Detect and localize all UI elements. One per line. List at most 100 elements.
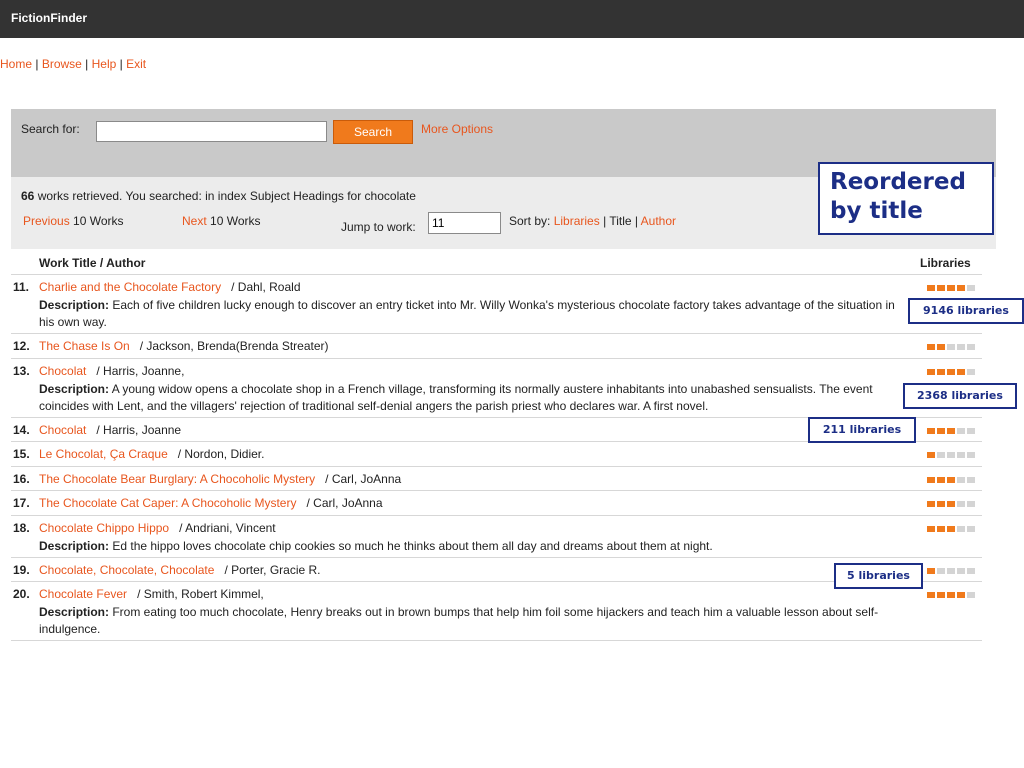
- work-description: Description: Each of five children lucky…: [39, 297, 909, 331]
- holdings-bar-filled: [957, 592, 965, 598]
- work-title-link[interactable]: The Chocolate Cat Caper: A Chocoholic My…: [39, 496, 296, 510]
- description-text: Each of five children lucky enough to di…: [39, 298, 895, 329]
- next-nav: Next 10 Works: [182, 214, 260, 228]
- jump-label: Jump to work:: [341, 220, 416, 234]
- library-holdings-bars: [927, 477, 975, 483]
- holdings-bar-filled: [957, 285, 965, 291]
- library-holdings-bars: [927, 526, 975, 532]
- work-title-link[interactable]: The Chase Is On: [39, 339, 130, 353]
- work-title-link[interactable]: Chocolate Fever: [39, 587, 127, 601]
- nav-home-link[interactable]: Home: [0, 57, 32, 71]
- result-count: 66: [21, 189, 35, 203]
- description-text: Ed the hippo loves chocolate chip cookie…: [109, 539, 713, 553]
- callout-9146-libraries: 9146 libraries: [908, 298, 1024, 324]
- table-row: 17. The Chocolate Cat Caper: A Chocoholi…: [11, 490, 982, 515]
- work-title-link[interactable]: Charlie and the Chocolate Factory: [39, 280, 221, 294]
- work-author: / Andriani, Vincent: [179, 521, 276, 535]
- table-row: 12. The Chase Is On / Jackson, Brenda(Br…: [11, 333, 982, 359]
- holdings-bar-filled: [937, 526, 945, 532]
- nav-help-link[interactable]: Help: [92, 57, 117, 71]
- library-holdings-bars: [927, 568, 975, 574]
- holdings-bar-filled: [937, 285, 945, 291]
- holdings-bar-filled: [947, 592, 955, 598]
- work-author: / Harris, Joanne,: [96, 364, 185, 378]
- previous-link[interactable]: Previous: [23, 214, 70, 228]
- holdings-bar-filled: [927, 369, 935, 375]
- work-title-link[interactable]: Chocolat: [39, 364, 86, 378]
- description-label: Description:: [39, 382, 110, 396]
- holdings-bar-empty: [947, 344, 955, 350]
- table-row: 15. Le Chocolat, Ça Craque / Nordon, Did…: [11, 441, 982, 466]
- description-label: Description:: [39, 298, 110, 312]
- holdings-bar-empty: [957, 568, 965, 574]
- holdings-bar-filled: [947, 526, 955, 532]
- work-title-link[interactable]: Chocolate Chippo Hippo: [39, 521, 169, 535]
- description-label: Description:: [39, 605, 110, 619]
- holdings-bar-filled: [927, 344, 935, 350]
- row-number: 19.: [13, 563, 30, 577]
- work-author: / Jackson, Brenda(Brenda Streater): [139, 339, 329, 353]
- work-author: / Harris, Joanne: [96, 423, 182, 437]
- sort-author-link[interactable]: Author: [641, 214, 676, 228]
- app-title: FictionFinder: [11, 11, 87, 25]
- holdings-bar-empty: [967, 285, 975, 291]
- holdings-bar-filled: [927, 501, 935, 507]
- holdings-bar-filled: [947, 285, 955, 291]
- description-label: Description:: [39, 539, 110, 553]
- sort-libraries-link[interactable]: Libraries: [554, 214, 600, 228]
- work-title-link[interactable]: Le Chocolat, Ça Craque: [39, 447, 168, 461]
- library-holdings-bars: [927, 344, 975, 350]
- work-author: / Dahl, Roald: [231, 280, 301, 294]
- row-number: 20.: [13, 587, 30, 601]
- work-author: / Carl, JoAnna: [325, 472, 402, 486]
- holdings-bar-filled: [937, 369, 945, 375]
- search-input[interactable]: [96, 121, 327, 142]
- library-holdings-bars: [927, 452, 975, 458]
- next-link[interactable]: Next: [182, 214, 207, 228]
- holdings-bar-empty: [957, 501, 965, 507]
- holdings-bar-empty: [967, 526, 975, 532]
- top-nav: Home | Browse | Help | Exit: [0, 57, 147, 71]
- work-title-link[interactable]: The Chocolate Bear Burglary: A Chocoholi…: [39, 472, 315, 486]
- jump-to-work-input[interactable]: [428, 212, 501, 234]
- row-number: 15.: [13, 447, 30, 461]
- nav-exit-link[interactable]: Exit: [126, 57, 146, 71]
- work-title-link[interactable]: Chocolat: [39, 423, 86, 437]
- search-label: Search for:: [21, 122, 80, 136]
- holdings-bar-filled: [937, 344, 945, 350]
- holdings-bar-empty: [947, 452, 955, 458]
- library-holdings-bars: [927, 428, 975, 434]
- holdings-bar-filled: [927, 568, 935, 574]
- search-button[interactable]: Search: [333, 120, 413, 144]
- work-author: / Smith, Robert Kimmel,: [137, 587, 264, 601]
- holdings-bar-empty: [967, 477, 975, 483]
- next-text: 10 Works: [206, 214, 261, 228]
- table-row: 13. Chocolat / Harris, Joanne, Descripti…: [11, 358, 982, 417]
- holdings-bar-empty: [967, 369, 975, 375]
- table-row: 11. Charlie and the Chocolate Factory / …: [11, 274, 982, 333]
- more-options-link[interactable]: More Options: [421, 122, 493, 136]
- holdings-bar-filled: [947, 477, 955, 483]
- row-number: 16.: [13, 472, 30, 486]
- holdings-bar-filled: [927, 592, 935, 598]
- holdings-bar-filled: [957, 369, 965, 375]
- holdings-bar-empty: [957, 344, 965, 350]
- work-description: Description: Ed the hippo loves chocolat…: [39, 538, 909, 555]
- row-number: 18.: [13, 521, 30, 535]
- column-header-libraries: Libraries: [920, 256, 971, 270]
- app-header: FictionFinder: [0, 0, 1024, 38]
- holdings-bar-filled: [937, 501, 945, 507]
- library-holdings-bars: [927, 501, 975, 507]
- callout-5-libraries: 5 libraries: [834, 563, 923, 589]
- holdings-bar-empty: [957, 452, 965, 458]
- holdings-bar-empty: [967, 592, 975, 598]
- holdings-bar-filled: [937, 428, 945, 434]
- nav-browse-link[interactable]: Browse: [42, 57, 82, 71]
- column-header-title: Work Title / Author: [39, 256, 146, 270]
- prev-nav: Previous 10 Works: [23, 214, 123, 228]
- holdings-bar-empty: [937, 568, 945, 574]
- holdings-bar-filled: [937, 592, 945, 598]
- holdings-bar-filled: [927, 285, 935, 291]
- work-author: / Porter, Gracie R.: [224, 563, 321, 577]
- work-title-link[interactable]: Chocolate, Chocolate, Chocolate: [39, 563, 214, 577]
